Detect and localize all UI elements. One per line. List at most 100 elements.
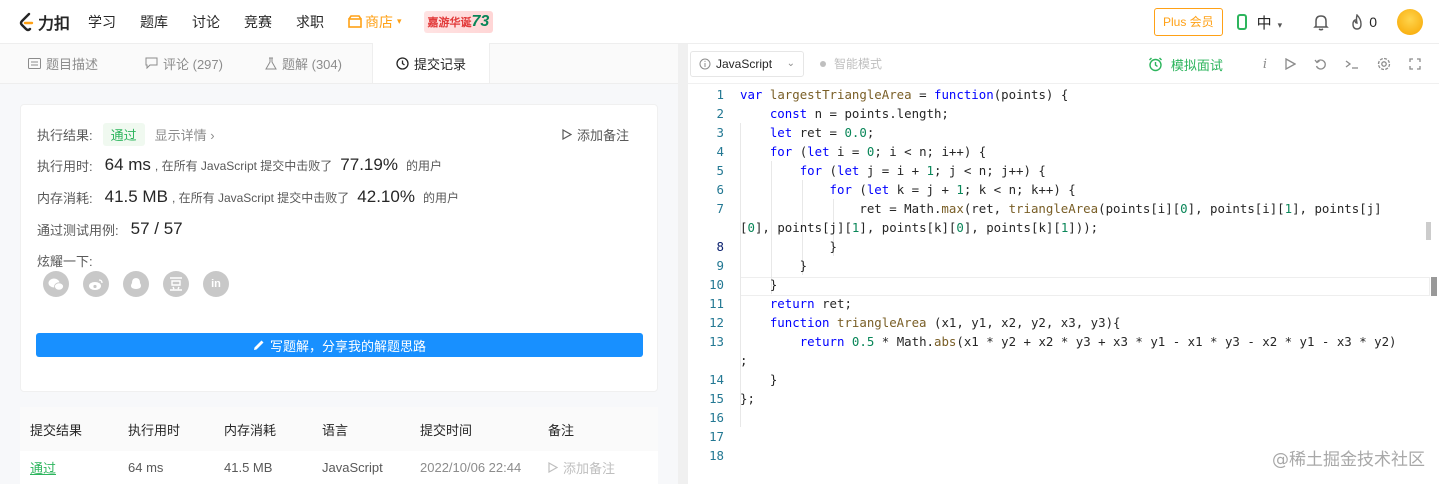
mobile-app-icon[interactable]	[1236, 14, 1247, 30]
wechat-icon[interactable]	[43, 271, 69, 297]
tab-submissions-label: 提交记录	[413, 56, 466, 72]
share-label: 炫耀一下:	[37, 254, 93, 269]
write-solution-button[interactable]: 写题解，分享我的解题思路	[36, 333, 643, 357]
exec-result-label: 执行结果:	[37, 128, 93, 143]
plus-member-button[interactable]: Plus 会员	[1153, 8, 1223, 36]
clock-icon	[396, 56, 409, 70]
tests-value: 57 / 57	[130, 219, 183, 238]
row-memory: 41.5 MB	[224, 460, 273, 475]
reset-icon[interactable]	[1314, 58, 1327, 71]
add-note-label: 添加备注	[576, 128, 629, 143]
flask-icon	[265, 57, 277, 70]
memory-label: 内存消耗:	[37, 190, 93, 206]
douban-icon[interactable]	[163, 271, 189, 297]
line-number: 1	[716, 87, 724, 102]
smart-mode-label: 智能模式	[834, 57, 883, 71]
smart-mode-toggle[interactable]: 智能模式	[820, 55, 882, 72]
show-details-link[interactable]: 显示详情 ›	[155, 125, 215, 144]
header-result: 提交结果	[30, 422, 83, 438]
watermark-text: @稀土掘金技术社区	[1272, 450, 1425, 470]
tab-description-label: 题目描述	[46, 56, 99, 72]
run-icon[interactable]	[1285, 58, 1296, 70]
terminal-icon[interactable]	[1345, 58, 1359, 70]
mock-interview-button[interactable]: 模拟面试	[1148, 55, 1223, 74]
tab-submissions[interactable]: 提交记录	[372, 43, 490, 83]
weibo-icon[interactable]	[83, 271, 109, 297]
line-number: 3	[716, 125, 724, 140]
qq-icon[interactable]	[123, 271, 149, 297]
memory-users: 的用户	[422, 190, 459, 205]
result-card: 执行结果: 通过 显示详情 › 添加备注 执行用时: 64 ms , 在所有 J…	[20, 104, 658, 392]
runtime-text: , 在所有 JavaScript 提交中击败了	[154, 158, 333, 173]
row-language: JavaScript	[322, 460, 383, 475]
language-label: 中	[1256, 14, 1272, 32]
comment-icon	[145, 57, 158, 69]
table-row[interactable]: 通过 64 ms 41.5 MB JavaScript 2022/10/06 2…	[20, 451, 658, 484]
nav-problemset[interactable]: 题库	[140, 12, 168, 32]
line-number: 7	[716, 201, 724, 216]
line-number: 16	[709, 410, 724, 425]
nav-learn[interactable]: 学习	[88, 12, 116, 32]
linkedin-icon[interactable]: in	[203, 271, 229, 297]
line-number: 18	[709, 448, 724, 463]
document-icon	[28, 57, 41, 69]
mock-interview-label: 模拟面试	[1170, 57, 1223, 73]
play-outline-icon	[548, 462, 558, 473]
nav-store[interactable]: 商店 ▾	[348, 12, 402, 32]
line-number: 17	[709, 429, 724, 444]
line-number: 8	[716, 239, 724, 254]
line-number: 12	[709, 315, 724, 330]
memory-percentile: 42.10%	[357, 187, 415, 206]
tab-comments[interactable]: 评论 (297)	[133, 43, 253, 83]
line-number: 5	[716, 163, 724, 178]
chevron-down-icon: ⌄	[786, 58, 795, 69]
panel-divider[interactable]	[678, 44, 688, 484]
add-note-button[interactable]: 添加备注	[562, 125, 629, 144]
info-icon[interactable]: i	[1263, 57, 1267, 72]
row-add-note-label: 添加备注	[563, 461, 616, 476]
memory-value: 41.5 MB	[104, 187, 168, 206]
nav-jobs[interactable]: 求职	[296, 12, 324, 32]
store-icon	[348, 15, 362, 28]
editor-scrollbar[interactable]	[1426, 222, 1431, 240]
editor-panel: JavaScript ⌄ 智能模式 模拟面试 i 1 var largestTri…	[688, 44, 1439, 484]
line-number: 11	[709, 296, 724, 311]
row-time: 2022/10/06 22:44	[420, 460, 522, 475]
line-number: 14	[709, 372, 724, 387]
write-solution-label: 写题解，分享我的解题思路	[269, 338, 426, 354]
line-number: 15	[709, 391, 724, 406]
nav-contest[interactable]: 竞赛	[244, 12, 272, 32]
status-badge: 通过	[102, 123, 145, 146]
info-circle-icon	[699, 58, 711, 69]
line-number: 6	[716, 182, 724, 197]
promo-banner[interactable]: 嘉游华诞73	[423, 10, 494, 33]
language-select-value: JavaScript	[716, 56, 773, 71]
leetcode-logo[interactable]: 力扣	[18, 10, 78, 34]
tests-label: 通过测试用例:	[37, 222, 119, 238]
streak-counter[interactable]: 0	[1350, 13, 1377, 31]
header-language: 语言	[322, 422, 349, 438]
fullscreen-icon[interactable]	[1409, 58, 1421, 70]
line-number: 2	[716, 106, 724, 121]
runtime-users: 的用户	[405, 158, 442, 173]
language-switch[interactable]: 中 ▾	[1257, 12, 1283, 33]
promo-text: 嘉游华诞	[427, 16, 472, 29]
top-navbar: 力扣 学习 题库 讨论 竞赛 求职 商店 ▾ 嘉游华诞73 Plus 会员 中 ▾…	[0, 0, 1439, 44]
streak-count: 0	[1369, 14, 1377, 30]
language-select[interactable]: JavaScript ⌄	[690, 50, 804, 77]
bell-icon[interactable]	[1312, 13, 1330, 31]
left-tabbar: 题目描述 评论 (297) 题解 (304) 提交记录	[0, 43, 678, 84]
tab-solutions[interactable]: 题解 (304)	[253, 43, 372, 83]
promo-number: 73	[471, 12, 490, 30]
nav-discuss[interactable]: 讨论	[192, 12, 220, 32]
tab-description[interactable]: 题目描述	[16, 43, 133, 83]
row-result-link[interactable]: 通过	[20, 458, 128, 477]
smart-mode-dot	[820, 60, 826, 67]
logo-text: 力扣	[38, 15, 71, 33]
row-add-note[interactable]: 添加备注	[548, 458, 648, 477]
user-avatar[interactable]	[1397, 9, 1423, 35]
settings-icon[interactable]	[1377, 57, 1391, 71]
code-editor[interactable]: 1 var largestTriangleArea = function(poin…	[688, 85, 1439, 484]
header-runtime: 执行用时	[128, 422, 181, 438]
row-runtime: 64 ms	[128, 460, 164, 475]
